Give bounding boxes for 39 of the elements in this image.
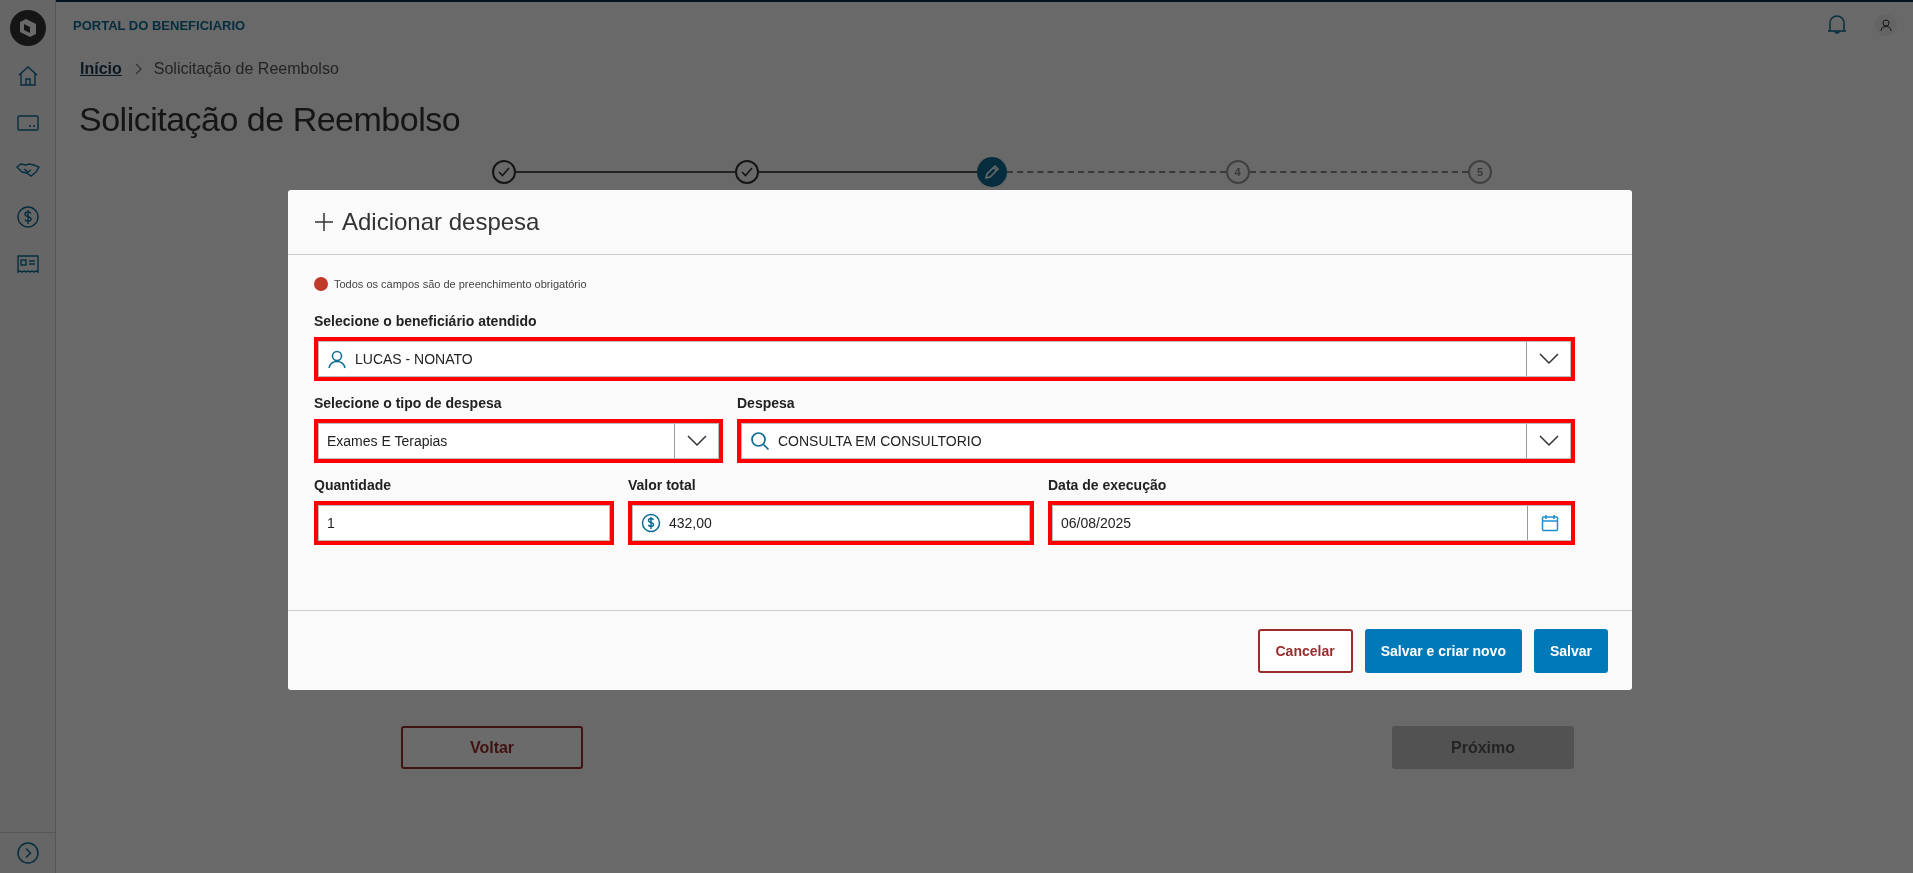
select-field[interactable]: Exames E Terapias	[318, 423, 719, 459]
date-field[interactable]: 06/08/2025	[1052, 505, 1571, 541]
save-button[interactable]: Salvar e criar novo	[1364, 628, 1522, 673]
cancel-button[interactable]: Cancelar	[1257, 628, 1353, 673]
select-field[interactable]: CONSULTA EM CONSULTORIO	[741, 423, 1571, 459]
required-dot-icon	[314, 277, 328, 291]
search-icon	[750, 431, 770, 451]
field-label: Selecione o tipo de despesa	[314, 395, 503, 411]
calendar-icon	[1540, 514, 1559, 532]
required-note: Todos os campos são de preenchimento obrigatório	[334, 278, 587, 290]
plus-icon	[314, 212, 334, 232]
page-title: Solicitação de Reembolso	[79, 100, 462, 139]
dollar-icon	[641, 513, 661, 533]
chevron-down-icon[interactable]	[1538, 353, 1559, 365]
input-field[interactable]: 1	[318, 505, 610, 541]
field-label: Data de execução	[1048, 477, 1168, 493]
save-button[interactable]: Salvar	[1533, 628, 1608, 673]
input-field[interactable]: 432,00	[632, 505, 1030, 541]
notification-bell-icon[interactable]	[1825, 13, 1849, 37]
field-label: Valor total	[628, 477, 697, 493]
field-label: Selecione o beneficiário atendido	[314, 313, 538, 329]
field-label: Quantidade	[314, 477, 392, 493]
check-icon	[498, 167, 510, 177]
portal-title: PORTAL DO BENEFICIARIO	[73, 17, 246, 33]
check-icon	[740, 167, 753, 177]
select-field[interactable]: LUCAS - NONATO	[318, 341, 1571, 377]
breadcrumb-current: Solicitação de Reembolso	[153, 60, 339, 78]
chevron-right-icon[interactable]	[16, 842, 39, 864]
chevron-down-icon[interactable]	[1538, 435, 1559, 447]
user-icon	[327, 349, 347, 369]
dollar-icon[interactable]	[15, 205, 40, 229]
chevron-right-icon	[133, 63, 142, 75]
chevron-down-icon[interactable]	[686, 435, 707, 447]
dialog-title: Adicionar despesa	[342, 208, 540, 236]
user-avatar[interactable]	[1875, 14, 1897, 36]
logo-icon[interactable]	[9, 10, 46, 46]
receipt-icon[interactable]	[15, 252, 40, 276]
pencil-icon	[984, 164, 1000, 180]
field-label: Despesa	[737, 395, 796, 411]
